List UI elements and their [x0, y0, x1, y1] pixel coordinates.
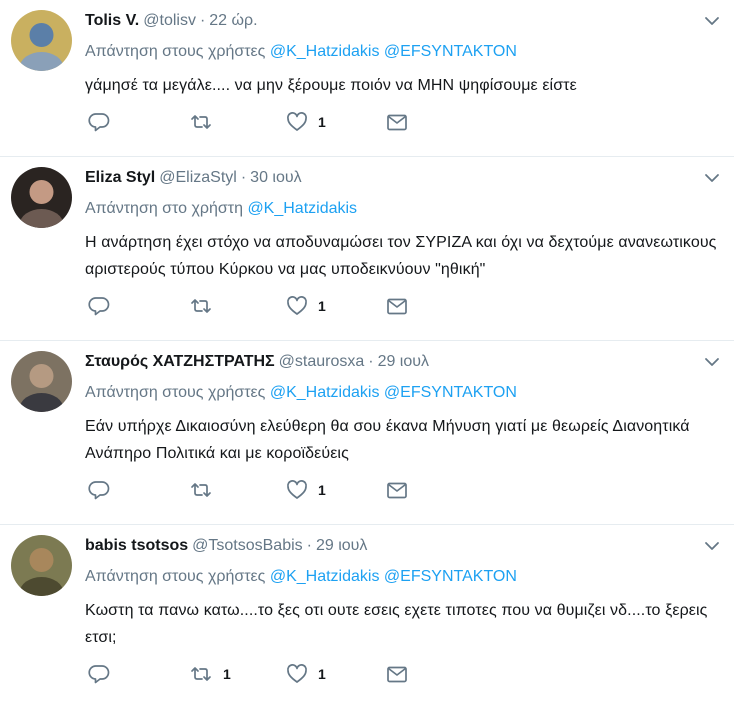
tweet-content: babis tsotsos @TsotsosBabis · 29 ιουλ Απάντη…: [85, 535, 720, 708]
author-handle[interactable]: @TsotsosBabis: [192, 537, 303, 554]
reply-button[interactable]: [88, 478, 110, 502]
tweet-timestamp[interactable]: 22 ώρ.: [209, 12, 257, 29]
direct-message-button[interactable]: [386, 662, 408, 686]
mention-link[interactable]: @K_Hatzidakis: [247, 200, 357, 217]
heart-icon: [286, 295, 308, 317]
chevron-down-icon[interactable]: [704, 355, 720, 369]
tweet-reply[interactable]: babis tsotsos @TsotsosBabis · 29 ιουλ Απάντη…: [0, 525, 734, 708]
tweet-header: babis tsotsos @TsotsosBabis · 29 ιουλ: [85, 535, 720, 556]
tweet-timestamp[interactable]: 29 ιουλ: [378, 353, 429, 370]
retweet-count: 1: [223, 666, 231, 682]
replying-to: Απάντηση στο χρήστη @K_Hatzidakis: [85, 198, 720, 219]
reply-icon: [88, 479, 110, 501]
tweet-actions: 1: [85, 294, 720, 340]
direct-message-button[interactable]: [386, 294, 408, 318]
tweet-actions: 11: [85, 662, 720, 708]
tweet-text: Εάν υπήρχε Δικαιοσύνη ελεύθερη θα σου έκ…: [85, 418, 690, 462]
envelope-icon: [386, 111, 408, 133]
direct-message-button[interactable]: [386, 110, 408, 134]
heart-icon: [286, 111, 308, 133]
mention-link[interactable]: @EFSYNTAKTON: [384, 384, 517, 401]
mention-link[interactable]: @K_Hatzidakis: [270, 43, 380, 60]
like-count: 1: [318, 298, 326, 314]
heart-icon: [286, 479, 308, 501]
separator-dot: ·: [306, 537, 312, 554]
like-count: 1: [318, 114, 326, 130]
replies-timeline: Tolis V. @tolisv · 22 ώρ. Απάντηση στους χρή…: [0, 0, 734, 708]
tweet-content: Tolis V. @tolisv · 22 ώρ. Απάντηση στους χρή…: [85, 10, 720, 156]
reply-icon: [88, 111, 110, 133]
retweet-icon: [189, 295, 213, 317]
retweet-icon: [189, 111, 213, 133]
chevron-down-icon[interactable]: [704, 14, 720, 28]
mention-link[interactable]: @EFSYNTAKTON: [384, 568, 517, 585]
reply-button[interactable]: [88, 662, 110, 686]
like-button[interactable]: 1: [286, 478, 326, 502]
replying-to-label: Απάντηση στους χρήστες: [85, 384, 266, 401]
tweet-timestamp[interactable]: 29 ιουλ: [316, 537, 367, 554]
author-name[interactable]: Σταυρός ΧΑΤΖΗΣΤΡΑΤΗΣ: [85, 353, 275, 370]
tweet-timestamp[interactable]: 30 ιουλ: [250, 169, 301, 186]
avatar[interactable]: [11, 535, 72, 596]
replying-to: Απάντηση στους χρήστες @K_Hatzidakis @EF…: [85, 566, 720, 587]
mention-link[interactable]: @EFSYNTAKTON: [384, 43, 517, 60]
chevron-down-icon[interactable]: [704, 539, 720, 553]
reply-icon: [88, 663, 110, 685]
author-handle[interactable]: @staurosxa: [279, 353, 365, 370]
separator-dot: ·: [240, 169, 247, 186]
replying-to-label: Απάντηση στους χρήστες: [85, 43, 266, 60]
reply-icon: [88, 295, 110, 317]
mention-link[interactable]: @K_Hatzidakis: [270, 384, 380, 401]
separator-dot: ·: [199, 12, 206, 29]
reply-button[interactable]: [88, 110, 110, 134]
tweet-actions: 1: [85, 478, 720, 524]
avatar[interactable]: [11, 10, 72, 71]
author-handle[interactable]: @tolisv: [143, 12, 196, 29]
tweet-text: Κωστη τα πανω κατω....το ξες οτι ουτε εσ…: [85, 602, 708, 646]
tweet-header: Σταυρός ΧΑΤΖΗΣΤΡΑΤΗΣ @staurosxa · 29 ιουλ: [85, 351, 720, 372]
mention-link[interactable]: @K_Hatzidakis: [270, 568, 380, 585]
envelope-icon: [386, 663, 408, 685]
replying-to-label: Απάντηση στο χρήστη: [85, 200, 243, 217]
tweet-reply[interactable]: Σταυρός ΧΑΤΖΗΣΤΡΑΤΗΣ @staurosxa · 29 ιουλ Απ…: [0, 341, 734, 525]
like-count: 1: [318, 482, 326, 498]
retweet-button[interactable]: [189, 478, 223, 502]
avatar[interactable]: [11, 167, 72, 228]
retweet-button[interactable]: [189, 110, 223, 134]
tweet-header: Tolis V. @tolisv · 22 ώρ.: [85, 10, 720, 31]
tweet-text: Η ανάρτηση έχει στόχο να αποδυναμώσει το…: [85, 234, 717, 278]
tweet-header: Eliza Styl @ElizaStyl · 30 ιουλ: [85, 167, 720, 188]
heart-icon: [286, 663, 308, 685]
tweet-content: Σταυρός ΧΑΤΖΗΣΤΡΑΤΗΣ @staurosxa · 29 ιουλ Απ…: [85, 351, 720, 524]
chevron-down-icon[interactable]: [704, 171, 720, 185]
tweet-content: Eliza Styl @ElizaStyl · 30 ιουλ Απάντηση στο…: [85, 167, 720, 340]
like-button[interactable]: 1: [286, 110, 326, 134]
retweet-button[interactable]: [189, 294, 223, 318]
author-handle[interactable]: @ElizaStyl: [159, 169, 237, 186]
replying-to: Απάντηση στους χρήστες @K_Hatzidakis @EF…: [85, 382, 720, 403]
avatar[interactable]: [11, 351, 72, 412]
like-count: 1: [318, 666, 326, 682]
like-button[interactable]: 1: [286, 294, 326, 318]
separator-dot: ·: [368, 353, 374, 370]
envelope-icon: [386, 295, 408, 317]
author-name[interactable]: Eliza Styl: [85, 169, 155, 186]
tweet-reply[interactable]: Tolis V. @tolisv · 22 ώρ. Απάντηση στους χρή…: [0, 0, 734, 157]
envelope-icon: [386, 479, 408, 501]
retweet-icon: [189, 479, 213, 501]
tweet-reply[interactable]: Eliza Styl @ElizaStyl · 30 ιουλ Απάντηση στο…: [0, 157, 734, 341]
retweet-icon: [189, 663, 213, 685]
author-name[interactable]: Tolis V.: [85, 12, 139, 29]
tweet-actions: 1: [85, 110, 720, 156]
replying-to: Απάντηση στους χρήστες @K_Hatzidakis @EF…: [85, 41, 720, 62]
like-button[interactable]: 1: [286, 662, 326, 686]
direct-message-button[interactable]: [386, 478, 408, 502]
reply-button[interactable]: [88, 294, 110, 318]
tweet-text: γάμησέ τα μεγάλε.... να μην ξέρουμε ποιό…: [85, 77, 577, 94]
replying-to-label: Απάντηση στους χρήστες: [85, 568, 266, 585]
retweet-button[interactable]: 1: [189, 662, 231, 686]
author-name[interactable]: babis tsotsos: [85, 537, 188, 554]
